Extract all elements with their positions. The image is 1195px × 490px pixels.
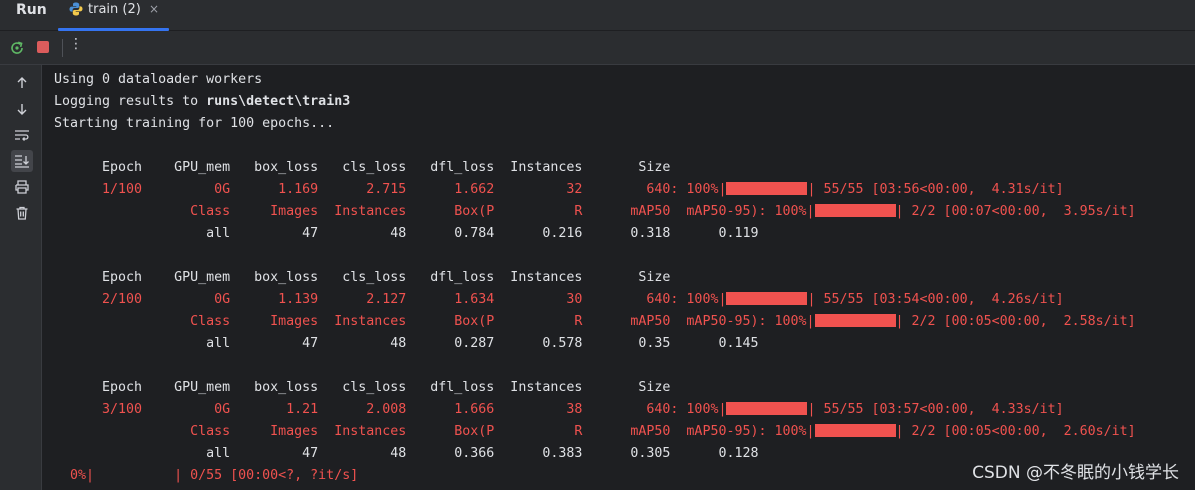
- logging-prefix: Logging results to: [54, 94, 207, 109]
- validation-progress-line: Class Images Instances Box(P R mAP50 mAP…: [54, 203, 1136, 221]
- clear-all-button[interactable]: [11, 202, 33, 224]
- train-progress-line: 3/100 0G 1.21 2.008 1.666 38 640: 100%| |…: [54, 401, 1064, 419]
- progress-bar: [726, 292, 808, 305]
- csdn-watermark: CSDN @不冬眠的小钱学长: [972, 463, 1179, 483]
- toolbar-divider: [62, 39, 63, 57]
- val-header: Class Images Instances Box(P R mAP50 mAP…: [54, 424, 815, 439]
- current-progress-line: 0%| | 0/55 [00:00<?, ?it/s]: [54, 468, 359, 483]
- val-timing: | 2/2 [00:07<00:00, 3.95s/it]: [895, 204, 1136, 219]
- metrics-line: all 47 48 0.784 0.216 0.318 0.119: [54, 226, 759, 241]
- val-timing: | 2/2 [00:05<00:00, 2.58s/it]: [895, 314, 1136, 329]
- metrics-line: all 47 48 0.366 0.383 0.305 0.128: [54, 446, 759, 461]
- print-button[interactable]: [11, 176, 33, 198]
- val-header: Class Images Instances Box(P R mAP50 mAP…: [54, 204, 815, 219]
- progress-bar: [726, 182, 808, 195]
- progress-bar: [726, 402, 808, 415]
- close-tab-icon[interactable]: ×: [149, 2, 159, 16]
- scroll-down-icon: [17, 104, 27, 115]
- val-header: Class Images Instances Box(P R mAP50 mAP…: [54, 314, 815, 329]
- train-stats: 3/100 0G 1.21 2.008 1.666 38 640: 100%|: [54, 402, 727, 417]
- scroll-up-button[interactable]: [11, 72, 33, 94]
- train-timing: | 55/55 [03:57<00:00, 4.33s/it]: [807, 402, 1064, 417]
- train-progress-line: 1/100 0G 1.169 2.715 1.662 32 640: 100%|…: [54, 181, 1064, 199]
- console-line: Starting training for 100 epochs...: [54, 116, 335, 131]
- tab-train-2[interactable]: train (2) ×: [58, 0, 169, 31]
- scroll-to-end-icon: [15, 155, 29, 168]
- validation-progress-line: Class Images Instances Box(P R mAP50 mAP…: [54, 423, 1136, 441]
- progress-bar: [814, 204, 896, 217]
- val-timing: | 2/2 [00:05<00:00, 2.60s/it]: [895, 424, 1136, 439]
- print-icon: [15, 180, 29, 194]
- console-output[interactable]: Using 0 dataloader workers Logging resul…: [42, 65, 1195, 490]
- tool-window-header: Run train (2) ×: [0, 0, 1195, 31]
- train-timing: | 55/55 [03:54<00:00, 4.26s/it]: [807, 292, 1064, 307]
- validation-progress-line: Class Images Instances Box(P R mAP50 mAP…: [54, 313, 1136, 331]
- console-line: Logging results to runs\detect\train3: [54, 93, 350, 111]
- soft-wrap-button[interactable]: [11, 124, 33, 146]
- python-icon: [69, 2, 83, 16]
- scroll-up-icon: [17, 77, 27, 88]
- run-toolbar: ⋮: [0, 31, 1195, 65]
- tab-label: train (2): [88, 2, 141, 17]
- trash-icon: [16, 206, 28, 220]
- progress-bar: [814, 314, 896, 327]
- scroll-to-end-button[interactable]: [11, 150, 33, 172]
- epoch-header: Epoch GPU_mem box_loss cls_loss dfl_loss…: [54, 270, 671, 285]
- console-side-toolbar: [0, 65, 42, 490]
- train-stats: 2/100 0G 1.139 2.127 1.634 30 640: 100%|: [54, 292, 727, 307]
- stop-icon[interactable]: [37, 41, 49, 53]
- epoch-header: Epoch GPU_mem box_loss cls_loss dfl_loss…: [54, 380, 671, 395]
- scroll-down-button[interactable]: [11, 98, 33, 120]
- progress-bar: [814, 424, 896, 437]
- console-line: Using 0 dataloader workers: [54, 72, 263, 87]
- soft-wrap-icon: [15, 130, 29, 141]
- logging-path: runs\detect\train3: [206, 94, 351, 109]
- train-progress-line: 2/100 0G 1.139 2.127 1.634 30 640: 100%|…: [54, 291, 1064, 309]
- run-window-title: Run: [16, 2, 47, 18]
- metrics-line: all 47 48 0.287 0.578 0.35 0.145: [54, 336, 759, 351]
- rerun-icon[interactable]: [9, 40, 25, 56]
- train-stats: 1/100 0G 1.169 2.715 1.662 32 640: 100%|: [54, 182, 727, 197]
- more-options-icon[interactable]: ⋮: [69, 36, 83, 52]
- train-timing: | 55/55 [03:56<00:00, 4.31s/it]: [807, 182, 1064, 197]
- epoch-header: Epoch GPU_mem box_loss cls_loss dfl_loss…: [54, 160, 671, 175]
